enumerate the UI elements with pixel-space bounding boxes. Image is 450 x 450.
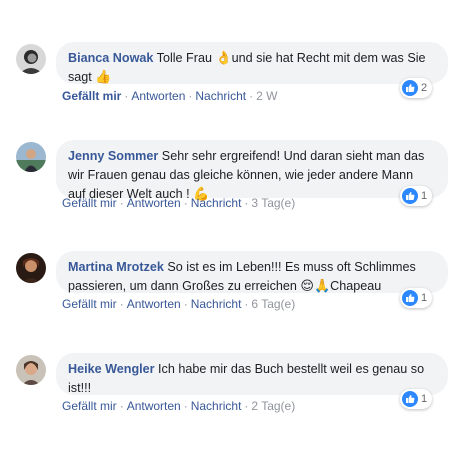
separator: · — [244, 297, 249, 311]
timestamp[interactable]: 3 Tag(e) — [251, 196, 295, 210]
reply-button[interactable]: Antworten — [127, 196, 181, 210]
like-icon — [402, 80, 418, 96]
comment-author[interactable]: Martina Mrotzek — [68, 260, 164, 274]
separator: · — [119, 297, 124, 311]
comment-author[interactable]: Heike Wengler — [68, 362, 155, 376]
comment-actions: Gefällt mir · Antworten · Nachricht · 3 Tag(e) — [62, 196, 295, 210]
reaction-count[interactable]: 1 — [400, 288, 433, 308]
separator: · — [119, 196, 124, 210]
timestamp[interactable]: 2 W — [256, 89, 277, 103]
reaction-count-value: 1 — [421, 393, 428, 405]
reaction-count-value: 1 — [421, 292, 428, 304]
comment-actions: Gefällt mir · Antworten · Nachricht · 2 Tag(e) — [62, 399, 295, 413]
comment-bubble: Bianca Nowak Tolle Frau 👌und sie hat Rec… — [56, 42, 448, 85]
folded-hands-emoji-icon: 🙏 — [313, 279, 331, 294]
message-button[interactable]: Nachricht — [191, 297, 242, 311]
reply-button[interactable]: Antworten — [127, 399, 181, 413]
comment-actions: Gefällt mir · Antworten · Nachricht · 6 Tag(e) — [62, 297, 295, 311]
timestamp[interactable]: 6 Tag(e) — [251, 297, 295, 311]
like-button[interactable]: Gefällt mir — [62, 297, 117, 311]
separator: · — [124, 89, 129, 103]
separator: · — [119, 399, 124, 413]
ok-hand-emoji-icon: 👌 — [215, 51, 232, 66]
reply-button[interactable]: Antworten — [131, 89, 185, 103]
message-button[interactable]: Nachricht — [191, 196, 242, 210]
separator: · — [244, 196, 249, 210]
separator: · — [244, 399, 249, 413]
comment: Jenny Sommer Sehr sehr ergreifend! Und d… — [16, 140, 448, 215]
separator: · — [183, 399, 188, 413]
timestamp[interactable]: 2 Tag(e) — [251, 399, 295, 413]
like-icon — [402, 188, 418, 204]
avatar[interactable] — [16, 44, 46, 74]
thumbs-up-emoji-icon: 👍 — [95, 70, 112, 85]
like-button[interactable]: Gefällt mir — [62, 89, 121, 103]
reaction-count-value: 2 — [421, 82, 428, 94]
reaction-count[interactable]: 1 — [400, 186, 433, 206]
avatar[interactable] — [16, 142, 46, 172]
reply-button[interactable]: Antworten — [127, 297, 181, 311]
reaction-count[interactable]: 2 — [400, 78, 433, 98]
comment-bubble: Heike Wengler Ich habe mir das Buch best… — [56, 353, 448, 395]
avatar[interactable] — [16, 253, 46, 283]
separator: · — [183, 297, 188, 311]
like-icon — [402, 290, 418, 306]
comment-text: Tolle Frau — [153, 51, 216, 65]
separator: · — [249, 89, 254, 103]
like-button[interactable]: Gefällt mir — [62, 399, 117, 413]
comment-text-end: Chapeau — [330, 279, 382, 293]
comment-author[interactable]: Jenny Sommer — [68, 149, 158, 163]
like-button[interactable]: Gefällt mir — [62, 196, 117, 210]
reaction-count-value: 1 — [421, 190, 428, 202]
comment-author[interactable]: Bianca Nowak — [68, 51, 153, 65]
message-button[interactable]: Nachricht — [195, 89, 246, 103]
separator: · — [188, 89, 193, 103]
like-icon — [402, 391, 418, 407]
relieved-face-emoji-icon: 😌 — [300, 279, 314, 294]
comment: Bianca Nowak Tolle Frau 👌und sie hat Rec… — [16, 42, 448, 112]
comment-bubble: Martina Mrotzek So ist es im Leben!!! Es… — [56, 251, 448, 294]
message-button[interactable]: Nachricht — [191, 399, 242, 413]
reaction-count[interactable]: 1 — [400, 389, 433, 409]
comment-actions: Gefällt mir · Antworten · Nachricht · 2 W — [62, 89, 277, 103]
comment-bubble: Jenny Sommer Sehr sehr ergreifend! Und d… — [56, 140, 448, 202]
separator: · — [183, 196, 188, 210]
avatar[interactable] — [16, 355, 46, 385]
comment: Heike Wengler Ich habe mir das Buch best… — [16, 353, 448, 418]
comment: Martina Mrotzek So ist es im Leben!!! Es… — [16, 251, 448, 316]
